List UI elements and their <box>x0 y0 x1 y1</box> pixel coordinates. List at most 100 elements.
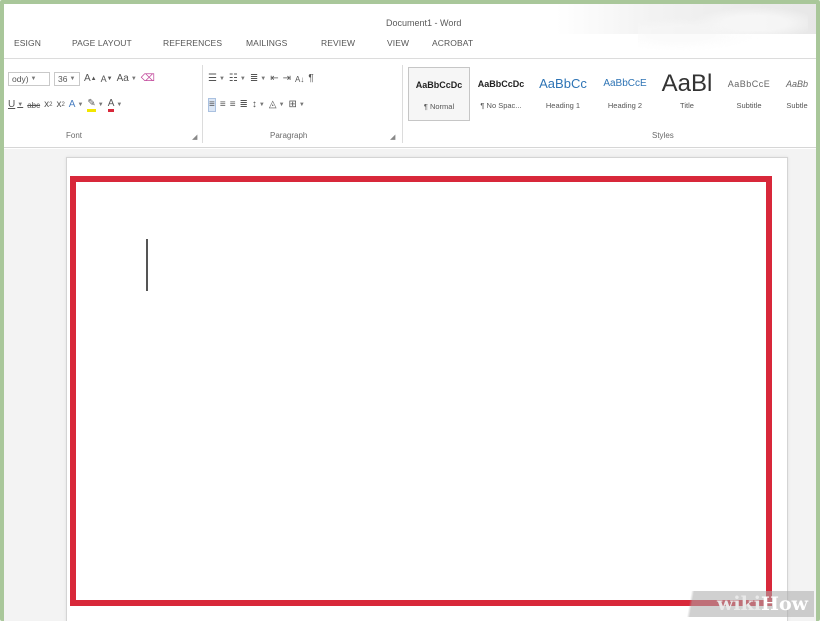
style-no-spacing[interactable]: AaBbCcDc ¶ No Spac... <box>470 67 532 121</box>
paragraph-dialog-launcher-icon[interactable]: ◢ <box>390 133 395 141</box>
tab-references[interactable]: REFERENCES <box>163 38 222 48</box>
style-subtle-emphasis[interactable]: AaBb Subtle <box>780 67 814 121</box>
font-color-icon: A <box>107 98 115 112</box>
align-left-icon: ≡ <box>209 99 215 110</box>
font-size-value: 36 <box>58 74 68 84</box>
align-right-button[interactable]: ≡ <box>230 98 236 112</box>
ribbon-tabs: ESIGN PAGE LAYOUT REFERENCES MAILINGS RE… <box>4 38 816 54</box>
line-spacing-icon: ↕ <box>251 99 257 110</box>
text-cursor <box>146 239 148 291</box>
style-name: Subtle <box>786 101 808 110</box>
style-name: Subtitle <box>736 101 762 110</box>
tab-acrobat[interactable]: ACROBAT <box>432 38 473 48</box>
watermark-how: How <box>761 593 808 615</box>
wikihow-watermark: wiki How <box>674 591 814 617</box>
watermark-wiki: wiki <box>717 593 762 615</box>
style-sample: AaBbCcE <box>727 79 771 89</box>
clear-formatting-button[interactable]: ⌫ <box>141 72 155 86</box>
title-bar: Document1 - Word <box>4 4 816 53</box>
strikethrough-icon: abc <box>27 100 41 110</box>
highlight-box <box>70 176 772 606</box>
align-right-icon: ≡ <box>229 99 236 110</box>
style-subtitle[interactable]: AaBbCcE Subtitle <box>718 67 780 121</box>
sort-button[interactable]: A↓ <box>295 72 304 86</box>
tab-design[interactable]: ESIGN <box>14 38 41 48</box>
ribbon: ody) ▼ 36 ▼ A ▲ A ▼ Aa ▼ ⌫ U ▼ abc x2 x2 A ▼ … <box>4 58 816 148</box>
eraser-icon: ⌫ <box>140 73 155 84</box>
style-sample: AaBbCc <box>539 76 587 91</box>
paragraph-row-1: ☰ ▼ ☷ ▼ ≣ ▼ ⇤ ⇥ A↓ ¶ <box>208 71 318 87</box>
style-heading-2[interactable]: AaBbCcE Heading 2 <box>594 67 656 121</box>
font-color-button[interactable]: A ▼ <box>107 98 122 112</box>
group-divider <box>202 65 203 143</box>
style-sample: AaBbCcDc <box>415 80 463 90</box>
document-title: Document1 - Word <box>386 18 462 28</box>
font-name-box[interactable]: ody) ▼ <box>8 72 50 86</box>
style-name: Title <box>680 101 694 110</box>
font-group-label: Font <box>66 131 83 140</box>
numbering-button[interactable]: ☷ ▼ <box>229 72 246 86</box>
style-sample: AaBbCcDc <box>477 79 525 89</box>
tab-mailings[interactable]: MAILINGS <box>246 38 287 48</box>
subscript-button[interactable]: x2 <box>44 98 52 112</box>
text-effects-icon: A <box>68 99 76 110</box>
grow-font-button[interactable]: A ▲ <box>84 72 97 86</box>
style-normal[interactable]: AaBbCcDc ¶ Normal <box>408 67 470 121</box>
decrease-indent-button[interactable]: ⇤ <box>270 72 278 86</box>
tab-review[interactable]: REVIEW <box>321 38 355 48</box>
align-center-button[interactable]: ≡ <box>220 98 226 112</box>
chevron-down-icon: ▼ <box>69 76 76 82</box>
underline-icon: U <box>8 99 16 110</box>
style-sample: AaBb <box>785 79 809 89</box>
font-name-value: ody) <box>12 74 29 84</box>
change-case-button[interactable]: Aa ▼ <box>117 72 137 86</box>
superscript-button[interactable]: x2 <box>56 98 64 112</box>
font-row-2: U ▼ abc x2 x2 A ▼ ✎ ▼ A ▼ <box>8 97 126 113</box>
font-size-box[interactable]: 36 ▼ <box>54 72 80 86</box>
highlighter-icon: ✎ <box>87 98 96 112</box>
bullet-list-icon: ☰ <box>208 73 217 84</box>
borders-button[interactable]: ⊞ ▼ <box>289 98 305 112</box>
style-name: Heading 2 <box>607 101 643 110</box>
style-name: ¶ Normal <box>423 102 455 111</box>
styles-group-label: Styles <box>652 131 674 140</box>
tab-page-layout[interactable]: PAGE LAYOUT <box>72 38 132 48</box>
font-row-1: ody) ▼ 36 ▼ A ▲ A ▼ Aa ▼ ⌫ <box>8 71 159 87</box>
highlight-button[interactable]: ✎ ▼ <box>87 98 104 112</box>
sort-icon: A↓ <box>294 74 305 84</box>
group-divider <box>402 65 403 143</box>
align-left-button[interactable]: ≡ <box>208 98 216 112</box>
increase-indent-button[interactable]: ⇥ <box>283 72 291 86</box>
styles-gallery: AaBbCcDc ¶ Normal AaBbCcDc ¶ No Spac... … <box>408 67 814 121</box>
change-case-icon: Aa <box>116 73 129 84</box>
style-sample: AaBbCcE <box>603 78 647 89</box>
strikethrough-button[interactable]: abc <box>27 98 40 112</box>
grow-font-icon: A <box>84 73 91 84</box>
style-heading-1[interactable]: AaBbCc Heading 1 <box>532 67 594 121</box>
decrease-indent-icon: ⇤ <box>270 73 279 84</box>
style-sample: AaBl <box>661 70 713 97</box>
style-title[interactable]: AaBl Title <box>656 67 718 121</box>
shrink-font-button[interactable]: A ▼ <box>101 72 113 86</box>
paint-bucket-icon: ◬ <box>268 99 277 110</box>
paragraph-row-2: ≡ ≡ ≡ ≣ ↕ ▼ ◬ ▼ ⊞ ▼ <box>208 97 309 113</box>
pilcrow-icon: ¶ <box>308 73 314 84</box>
text-effects-button[interactable]: A ▼ <box>69 98 84 112</box>
multilevel-list-button[interactable]: ≣ ▼ <box>250 72 266 86</box>
increase-indent-icon: ⇥ <box>282 73 291 84</box>
justify-button[interactable]: ≣ <box>240 98 248 112</box>
justify-icon: ≣ <box>239 99 248 110</box>
style-name: Heading 1 <box>545 101 581 110</box>
paragraph-group-label: Paragraph <box>270 131 308 140</box>
show-marks-button[interactable]: ¶ <box>308 72 313 86</box>
underline-button[interactable]: U ▼ <box>8 98 23 112</box>
borders-icon: ⊞ <box>288 99 297 110</box>
style-name: ¶ No Spac... <box>480 101 522 110</box>
align-center-icon: ≡ <box>219 99 226 110</box>
bullets-button[interactable]: ☰ ▼ <box>208 72 225 86</box>
shading-button[interactable]: ◬ ▼ <box>269 98 285 112</box>
font-dialog-launcher-icon[interactable]: ◢ <box>192 133 197 141</box>
line-spacing-button[interactable]: ↕ ▼ <box>252 98 265 112</box>
numbered-list-icon: ☷ <box>228 73 238 84</box>
tab-view[interactable]: VIEW <box>387 38 409 48</box>
